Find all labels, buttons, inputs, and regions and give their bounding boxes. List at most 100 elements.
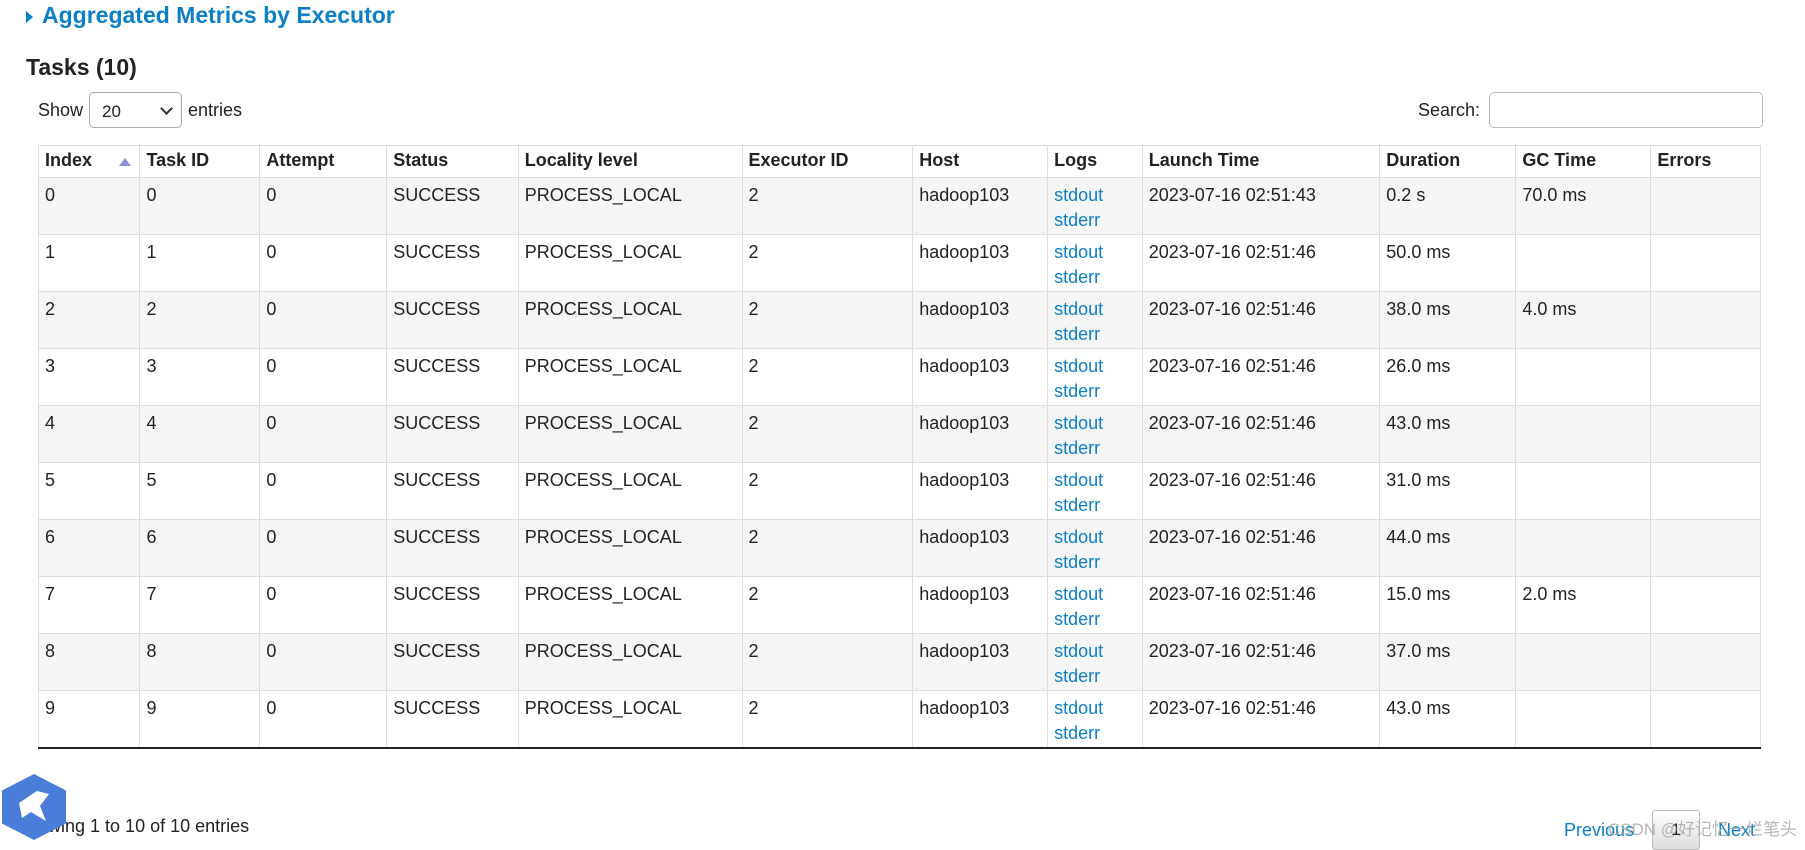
column-header-gc-time[interactable]: GC Time bbox=[1515, 145, 1652, 178]
index-cell: 3 bbox=[37, 348, 141, 406]
logs-cell: stdout stderr bbox=[1047, 633, 1143, 691]
stderr-link[interactable]: stderr bbox=[1054, 607, 1136, 632]
stdout-link[interactable]: stdout bbox=[1054, 468, 1136, 493]
column-header-host[interactable]: Host bbox=[912, 145, 1049, 178]
errors-cell bbox=[1650, 690, 1761, 749]
table-row: 8 8 0 SUCCESS PROCESS_LOCAL 2 hadoop103 stdout s… bbox=[37, 633, 1761, 691]
attempt-cell: 0 bbox=[259, 348, 388, 406]
entries-select[interactable]: 20 bbox=[89, 92, 183, 128]
logs-cell: stdout stderr bbox=[1047, 177, 1143, 235]
column-header-label: Locality level bbox=[524, 150, 638, 170]
column-header-locality-level[interactable]: Locality level bbox=[517, 145, 743, 178]
stderr-link[interactable]: stderr bbox=[1054, 208, 1136, 233]
column-header-label: Errors bbox=[1657, 150, 1712, 170]
errors-cell bbox=[1650, 633, 1761, 691]
stderr-link[interactable]: stderr bbox=[1054, 493, 1136, 518]
column-header-index[interactable]: Index bbox=[37, 145, 141, 178]
column-header-executor-id[interactable]: Executor ID bbox=[741, 145, 914, 178]
status-cell: SUCCESS bbox=[386, 462, 519, 520]
task-id-cell: 5 bbox=[139, 462, 261, 520]
stderr-link[interactable]: stderr bbox=[1054, 379, 1136, 404]
task-id-cell: 8 bbox=[139, 633, 261, 691]
executor-id-cell: 2 bbox=[741, 576, 914, 634]
launch-time-cell: 2023-07-16 02:51:46 bbox=[1141, 519, 1381, 577]
errors-cell bbox=[1650, 234, 1761, 292]
executor-id-cell: 2 bbox=[741, 291, 914, 349]
stderr-link[interactable]: stderr bbox=[1054, 436, 1136, 461]
logs-cell: stdout stderr bbox=[1047, 234, 1143, 292]
column-header-task-id[interactable]: Task ID bbox=[139, 145, 261, 178]
locality-level-cell: PROCESS_LOCAL bbox=[517, 462, 743, 520]
gc-time-cell: 2.0 ms bbox=[1515, 576, 1652, 634]
column-header-label: Index bbox=[45, 150, 93, 170]
executor-id-cell: 2 bbox=[741, 234, 914, 292]
stdout-link[interactable]: stdout bbox=[1054, 354, 1136, 379]
gc-time-cell: 70.0 ms bbox=[1515, 177, 1652, 235]
stderr-link[interactable]: stderr bbox=[1054, 322, 1136, 347]
attempt-cell: 0 bbox=[259, 576, 388, 634]
index-cell: 1 bbox=[37, 234, 141, 292]
duration-cell: 38.0 ms bbox=[1379, 291, 1517, 349]
column-header-attempt[interactable]: Attempt bbox=[259, 145, 388, 178]
stderr-link[interactable]: stderr bbox=[1054, 550, 1136, 575]
errors-cell bbox=[1650, 291, 1761, 349]
stdout-link[interactable]: stdout bbox=[1054, 411, 1136, 436]
errors-cell bbox=[1650, 576, 1761, 634]
attempt-cell: 0 bbox=[259, 519, 388, 577]
index-cell: 2 bbox=[37, 291, 141, 349]
column-header-duration[interactable]: Duration bbox=[1379, 145, 1517, 178]
expand-triangle-icon bbox=[26, 10, 33, 23]
locality-level-cell: PROCESS_LOCAL bbox=[517, 633, 743, 691]
launch-time-cell: 2023-07-16 02:51:46 bbox=[1141, 690, 1381, 749]
stdout-link[interactable]: stdout bbox=[1054, 582, 1136, 607]
task-id-cell: 6 bbox=[139, 519, 261, 577]
status-cell: SUCCESS bbox=[386, 519, 519, 577]
stdout-link[interactable]: stdout bbox=[1054, 297, 1136, 322]
table-row: 2 2 0 SUCCESS PROCESS_LOCAL 2 hadoop103 stdout s… bbox=[37, 291, 1761, 349]
status-cell: SUCCESS bbox=[386, 177, 519, 235]
gc-time-cell bbox=[1515, 519, 1652, 577]
stderr-link[interactable]: stderr bbox=[1054, 265, 1136, 290]
duration-cell: 0.2 s bbox=[1379, 177, 1517, 235]
aggregated-metrics-toggle[interactable]: Aggregated Metrics by Executor bbox=[26, 2, 395, 29]
tasks-title: Tasks (10) bbox=[26, 54, 137, 80]
errors-cell bbox=[1650, 177, 1761, 235]
column-header-errors[interactable]: Errors bbox=[1650, 145, 1761, 178]
stdout-link[interactable]: stdout bbox=[1054, 696, 1136, 721]
locality-level-cell: PROCESS_LOCAL bbox=[517, 177, 743, 235]
attempt-cell: 0 bbox=[259, 462, 388, 520]
table-row: 9 9 0 SUCCESS PROCESS_LOCAL 2 hadoop103 stdout s… bbox=[37, 690, 1761, 749]
column-header-logs[interactable]: Logs bbox=[1047, 145, 1143, 178]
sort-ascending-icon bbox=[119, 158, 132, 166]
stdout-link[interactable]: stdout bbox=[1054, 525, 1136, 550]
duration-cell: 26.0 ms bbox=[1379, 348, 1517, 406]
search-control: Search: bbox=[1418, 92, 1763, 128]
stdout-link[interactable]: stdout bbox=[1054, 639, 1136, 664]
column-header-label: GC Time bbox=[1522, 150, 1597, 170]
stderr-link[interactable]: stderr bbox=[1054, 664, 1136, 689]
search-input[interactable] bbox=[1489, 92, 1763, 128]
logs-cell: stdout stderr bbox=[1047, 405, 1143, 463]
executor-id-cell: 2 bbox=[741, 405, 914, 463]
host-cell: hadoop103 bbox=[912, 405, 1049, 463]
entries-label: entries bbox=[188, 99, 243, 120]
logs-cell: stdout stderr bbox=[1047, 348, 1143, 406]
column-header-status[interactable]: Status bbox=[386, 145, 519, 178]
column-header-label: Host bbox=[919, 150, 960, 170]
stdout-link[interactable]: stdout bbox=[1054, 183, 1136, 208]
errors-cell bbox=[1650, 519, 1761, 577]
launch-time-cell: 2023-07-16 02:51:46 bbox=[1141, 462, 1381, 520]
task-id-cell: 4 bbox=[139, 405, 261, 463]
attempt-cell: 0 bbox=[259, 177, 388, 235]
table-row: 6 6 0 SUCCESS PROCESS_LOCAL 2 hadoop103 stdout s… bbox=[37, 519, 1761, 577]
index-cell: 0 bbox=[37, 177, 141, 235]
column-header-label: Task ID bbox=[146, 150, 210, 170]
search-label: Search: bbox=[1417, 99, 1480, 120]
attempt-cell: 0 bbox=[259, 234, 388, 292]
column-header-launch-time[interactable]: Launch Time bbox=[1141, 145, 1381, 178]
host-cell: hadoop103 bbox=[912, 633, 1049, 691]
stdout-link[interactable]: stdout bbox=[1054, 240, 1136, 265]
stderr-link[interactable]: stderr bbox=[1054, 721, 1136, 746]
length-control: Show 20 entries bbox=[38, 92, 242, 128]
table-row: 3 3 0 SUCCESS PROCESS_LOCAL 2 hadoop103 stdout s… bbox=[37, 348, 1761, 406]
